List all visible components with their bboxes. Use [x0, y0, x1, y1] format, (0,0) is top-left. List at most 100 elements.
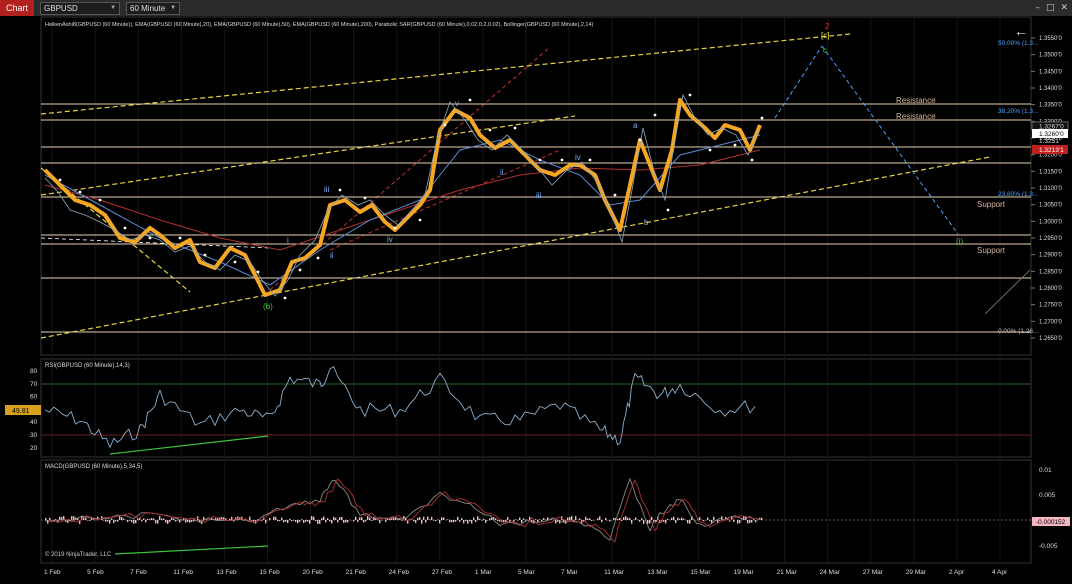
macd-hist-bar — [703, 520, 704, 521]
sar-dot — [667, 209, 670, 212]
macd-hist-bar — [459, 520, 460, 522]
price-tick-label: 1.3550'0 — [1039, 36, 1062, 42]
interval-selector[interactable]: 60 Minute ▼ — [126, 2, 180, 15]
chart-svg[interactable]: (b) 2 [c] c i ii iii iv v a b iii iv (i)… — [0, 16, 1072, 580]
macd-hist-bar — [335, 518, 336, 520]
macd-hist-bar — [321, 518, 322, 520]
macd-hist-bar — [655, 520, 656, 521]
wave-label-i: i — [287, 236, 289, 245]
time-tick-label: 2 Apr — [949, 569, 965, 576]
macd-hist-bar — [425, 520, 426, 523]
fib-label-23: 23.60% (1.3... — [998, 191, 1039, 198]
macd-hist-bar — [587, 519, 588, 520]
macd-hist-bar — [299, 520, 300, 522]
price-tick-label: 1.3350'0 — [1039, 103, 1062, 109]
back-arrow-icon[interactable]: ← — [1014, 23, 1028, 39]
macd-hist-bar — [275, 517, 276, 520]
macd-hist-bar — [229, 519, 230, 520]
price-tick-label: 1.3100'0 — [1039, 186, 1062, 192]
macd-hist-bar — [517, 520, 518, 521]
macd-hist-bar — [413, 520, 414, 521]
macd-hist-bar — [359, 517, 360, 520]
macd-hist-bar — [707, 517, 708, 520]
macd-hist-bar — [341, 517, 342, 520]
macd-hist-bar — [325, 520, 326, 522]
macd-hist-bar — [683, 519, 684, 520]
resistance-label-2: Resistance — [896, 112, 936, 121]
macd-hist-bar — [479, 519, 480, 520]
macd-hist-bar — [423, 517, 424, 520]
resistance-label-1: Resistance — [896, 96, 936, 105]
macd-hist-bar — [567, 517, 568, 520]
macd-hist-bar — [621, 520, 622, 521]
macd-hist-bar — [541, 520, 542, 521]
support-label-1: Support — [977, 200, 1006, 209]
macd-hist-bar — [379, 520, 380, 523]
macd-hist-bar — [127, 520, 128, 522]
instrument-selector[interactable]: GBPUSD ▼ — [40, 2, 120, 15]
price-axis: 1.3550'01.3500'01.3450'01.3400'01.3350'0… — [1031, 36, 1062, 342]
macd-hist-bar — [191, 520, 192, 522]
time-tick-label: 24 Feb — [389, 569, 410, 576]
macd-hist-bar — [667, 519, 668, 520]
macd-hist-bar — [107, 520, 108, 522]
close-icon[interactable]: ✕ — [1060, 0, 1068, 16]
macd-hist-bar — [71, 516, 72, 520]
time-tick-label: 11 Mar — [604, 569, 625, 576]
macd-hist-bar — [455, 520, 456, 522]
macd-hist-bar — [433, 520, 434, 521]
price-tick-label: 1.2850'0 — [1039, 269, 1062, 275]
wave-label-bb: b — [644, 218, 649, 227]
rsi-tick-label: 40 — [30, 419, 38, 426]
macd-hist-bar — [739, 520, 740, 523]
macd-hist-bar — [663, 520, 664, 522]
macd-hist-bar — [543, 518, 544, 520]
macd-hist-bar — [465, 520, 466, 521]
sar-dot — [234, 261, 237, 264]
interval-value: 60 Minute — [130, 3, 165, 14]
sar-dot — [59, 179, 62, 182]
macd-hist-bar — [755, 520, 756, 522]
macd-hist-bar — [135, 520, 136, 523]
macd-hist-bar — [473, 517, 474, 520]
macd-tick-label: 0.005 — [1039, 492, 1056, 499]
macd-hist-bar — [141, 520, 142, 521]
macd-hist-bar — [289, 519, 290, 520]
rsi-panel[interactable] — [41, 359, 1031, 457]
macd-hist-bar — [497, 520, 498, 521]
macd-hist-bar — [363, 520, 364, 523]
macd-hist-bar — [639, 520, 640, 522]
macd-hist-bar — [447, 519, 448, 520]
time-tick-label: 27 Mar — [863, 569, 884, 576]
macd-hist-bar — [111, 518, 112, 520]
macd-hist-bar — [109, 520, 110, 524]
macd-hist-bar — [307, 520, 308, 522]
macd-hist-bar — [89, 520, 90, 521]
sar-dot — [469, 99, 472, 102]
macd-hist-bar — [419, 517, 420, 520]
price-tags: 1.3267'0 1.3260'0 1.3251' 1.3213'1 — [1032, 122, 1068, 154]
price-panel[interactable] — [41, 17, 1031, 355]
rsi-value-tag: 49.81 — [12, 408, 30, 415]
minimize-icon[interactable]: – — [1035, 0, 1040, 16]
macd-hist-bar — [333, 517, 334, 520]
time-tick-label: 5 Feb — [87, 569, 104, 576]
maximize-icon[interactable]: □ — [1046, 0, 1055, 16]
macd-hist-bar — [643, 520, 644, 524]
macd-hist-bar — [315, 520, 316, 521]
macd-hist-bar — [597, 518, 598, 520]
macd-hist-bar — [157, 520, 158, 524]
macd-hist-bar — [551, 519, 552, 520]
time-tick-label: 1 Mar — [475, 569, 492, 576]
macd-hist-bar — [523, 518, 524, 520]
macd-hist-bar — [673, 517, 674, 520]
macd-hist-bar — [119, 516, 120, 520]
macd-hist-bar — [463, 520, 464, 523]
time-tick-label: 13 Mar — [647, 569, 668, 576]
macd-hist-bar — [161, 519, 162, 520]
macd-panel[interactable] — [41, 460, 1031, 563]
macd-hist-bar — [699, 517, 700, 520]
time-tick-label: 5 Mar — [518, 569, 535, 576]
macd-hist-bar — [187, 520, 188, 522]
chart-area[interactable]: (b) 2 [c] c i ii iii iv v a b iii iv (i)… — [0, 16, 1072, 580]
